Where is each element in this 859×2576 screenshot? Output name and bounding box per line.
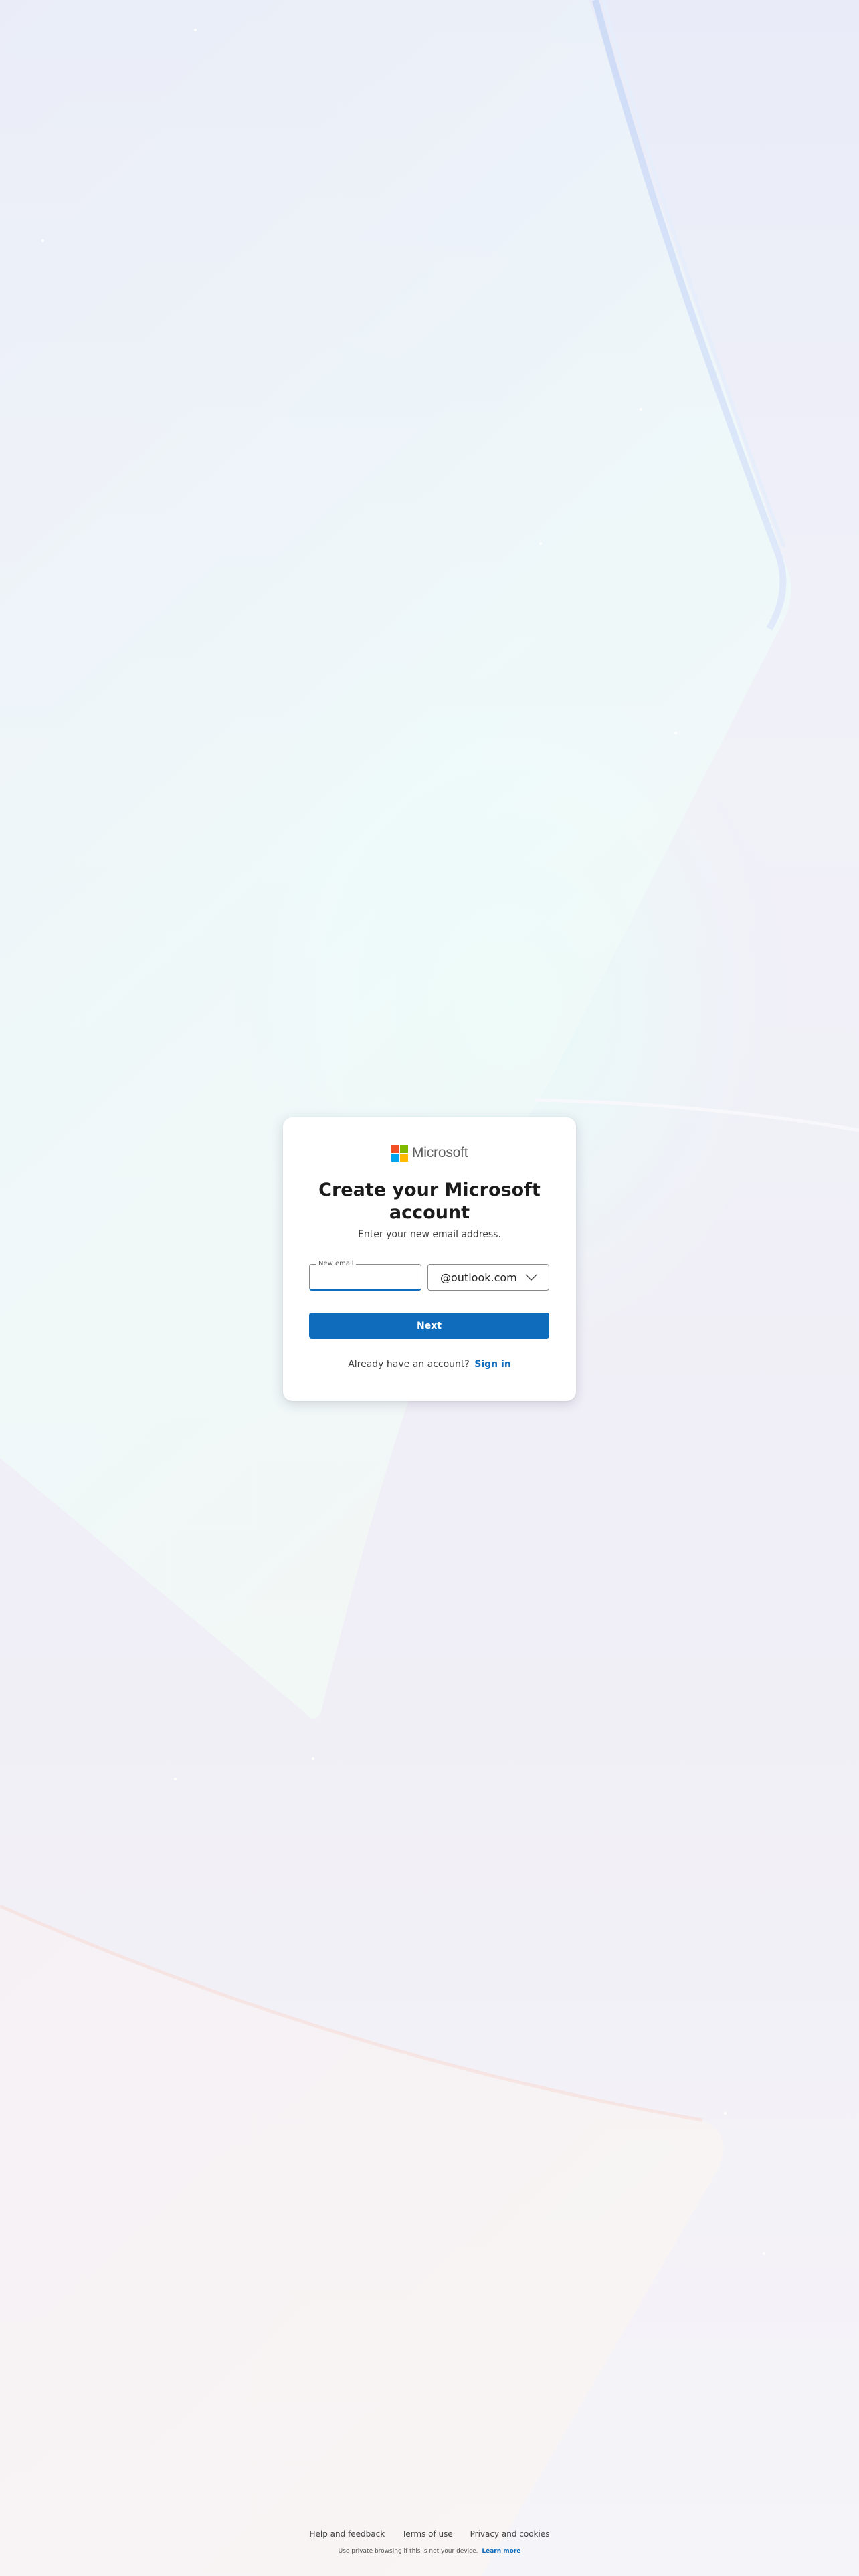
footer-note-text: Use private browsing if this is not your… [338,2548,478,2555]
page-title: Create your Microsoft account [318,1180,541,1223]
new-email-field[interactable]: New email [309,1259,421,1291]
signin-link[interactable]: Sign in [474,1359,511,1370]
footer-note: Use private browsing if this is not your… [0,2548,859,2555]
next-button[interactable]: Next [309,1313,549,1339]
microsoft-logo-icon [391,1144,408,1162]
signin-row: Already have an account? Sign in [283,1359,576,1370]
domain-selected-value: @outlook.com [440,1271,517,1284]
signup-card: Microsoft Create your Microsoft account … [283,1117,576,1401]
footer-link-privacy[interactable]: Privacy and cookies [470,2529,550,2539]
microsoft-logo: Microsoft [391,1144,468,1162]
footer-link-help[interactable]: Help and feedback [310,2529,385,2539]
footer-link-terms[interactable]: Terms of use [402,2529,453,2539]
page-subtitle: Enter your new email address. [358,1229,501,1240]
signin-prompt: Already have an account? [348,1359,470,1370]
domain-select[interactable]: @outlook.com [427,1264,549,1291]
footer-links: Help and feedback Terms of use Privacy a… [0,2529,859,2539]
chevron-down-icon [524,1273,538,1281]
new-email-input[interactable] [310,1265,421,1289]
learn-more-link[interactable]: Learn more [482,2548,520,2555]
logo-text: Microsoft [412,1145,468,1160]
